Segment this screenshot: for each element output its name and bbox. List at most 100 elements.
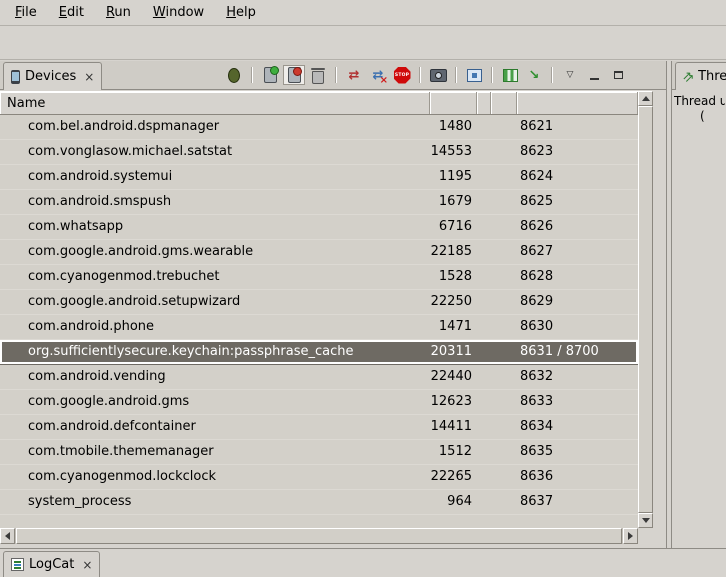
method-profiling-icon[interactable]	[367, 65, 389, 85]
scroll-right-icon[interactable]	[623, 528, 638, 544]
thread-indicator-cell	[491, 390, 517, 414]
heap-indicator-cell	[477, 190, 491, 214]
process-pid: 1679	[430, 190, 477, 214]
table-row[interactable]: org.sufficientlysecure.keychain:passphra…	[0, 340, 638, 365]
column-header-name[interactable]: Name	[0, 92, 430, 114]
menu-item-window[interactable]: Window	[142, 3, 215, 22]
maximize-icon[interactable]	[607, 65, 629, 85]
process-port: 8633	[517, 390, 638, 414]
process-name: com.cyanogenmod.trebuchet	[0, 265, 430, 289]
thread-indicator-cell	[491, 365, 517, 389]
process-name: com.whatsapp	[0, 215, 430, 239]
ddms-window: FileEditRunWindowHelp Devices × Name com…	[0, 0, 726, 577]
process-port: 8636	[517, 465, 638, 489]
thread-indicator-cell	[491, 240, 517, 264]
scroll-left-icon[interactable]	[0, 528, 15, 544]
update-threads-icon[interactable]	[343, 65, 365, 85]
thread-indicator-cell	[491, 215, 517, 239]
process-name: com.vonglasow.michael.satstat	[0, 140, 430, 164]
tab-threads-label: Threads	[698, 69, 726, 84]
devices-toolbar	[222, 61, 666, 89]
process-port: 8632	[517, 365, 638, 389]
thread-indicator-cell	[491, 290, 517, 314]
debug-process-icon[interactable]	[223, 65, 245, 85]
heap-indicator-cell	[477, 390, 491, 414]
scroll-up-icon[interactable]	[638, 91, 653, 106]
table-row[interactable]: com.android.smspush1679 8625	[0, 190, 638, 215]
table-row[interactable]: com.google.android.setupwizard222508629	[0, 290, 638, 315]
dump-hprof-icon[interactable]	[283, 65, 305, 85]
close-icon[interactable]: ×	[84, 70, 94, 84]
vertical-scrollbar[interactable]	[638, 91, 653, 528]
process-port: 8625	[517, 190, 638, 214]
tab-threads[interactable]: Threads	[675, 62, 726, 90]
heap-indicator-cell	[477, 415, 491, 439]
thread-indicator-cell	[491, 440, 517, 464]
table-header: Name	[0, 91, 638, 115]
vertical-scrollbar-thumb[interactable]	[638, 106, 653, 513]
column-header-port[interactable]	[517, 92, 638, 114]
table-row[interactable]: com.cyanogenmod.lockclock222658636	[0, 465, 638, 490]
profiling-arrow-icon[interactable]	[523, 65, 545, 85]
menu-item-edit[interactable]: Edit	[48, 3, 95, 22]
table-row[interactable]: com.vonglasow.michael.satstat14553 8623	[0, 140, 638, 165]
process-name: com.bel.android.dspmanager	[0, 115, 430, 139]
cause-gc-icon[interactable]	[307, 65, 329, 85]
table-row[interactable]: com.google.android.gms126238633	[0, 390, 638, 415]
process-port: 8628	[517, 265, 638, 289]
heap-indicator-cell	[477, 265, 491, 289]
process-pid: 14553	[430, 140, 477, 164]
thread-indicator-cell	[491, 165, 517, 189]
column-header-threads[interactable]	[491, 92, 517, 114]
menu-item-file[interactable]: File	[4, 3, 48, 22]
table-row[interactable]: com.cyanogenmod.trebuchet15288628	[0, 265, 638, 290]
device-icon	[11, 70, 20, 84]
process-pid: 22440	[430, 365, 477, 389]
process-name: com.android.systemui	[0, 165, 430, 189]
thread-indicator-cell	[491, 140, 517, 164]
process-name: system_process	[0, 490, 430, 514]
process-pid: 14411	[430, 415, 477, 439]
table-row[interactable]: com.bel.android.dspmanager14808621	[0, 115, 638, 140]
table-row[interactable]: com.android.phone14718630	[0, 315, 638, 340]
table-row[interactable]: com.tmobile.thememanager15128635	[0, 440, 638, 465]
tab-logcat[interactable]: LogCat ×	[3, 551, 100, 577]
process-name: com.android.smspush	[0, 190, 430, 214]
thread-indicator-cell	[491, 340, 517, 364]
update-heap-icon[interactable]	[259, 65, 281, 85]
process-port: 8630	[517, 315, 638, 339]
view-menu-icon[interactable]	[559, 65, 581, 85]
menu-item-help[interactable]: Help	[215, 3, 267, 22]
table-row[interactable]: com.android.defcontainer144118634	[0, 415, 638, 440]
process-table-body: com.bel.android.dspmanager14808621com.vo…	[0, 115, 638, 528]
table-row[interactable]: com.whatsapp67168626	[0, 215, 638, 240]
process-port: 8623	[517, 140, 638, 164]
system-info-icon[interactable]	[499, 65, 521, 85]
process-port: 8624	[517, 165, 638, 189]
screen-capture-icon[interactable]	[427, 65, 449, 85]
process-port: 8637	[517, 490, 638, 514]
column-header-pid[interactable]	[430, 92, 477, 114]
column-header-heap[interactable]	[477, 92, 491, 114]
heap-indicator-cell	[477, 140, 491, 164]
heap-indicator-cell	[477, 365, 491, 389]
thread-indicator-cell	[491, 115, 517, 139]
minimize-icon[interactable]	[583, 65, 605, 85]
horizontal-scrollbar-thumb[interactable]	[16, 528, 622, 544]
scroll-down-icon[interactable]	[638, 513, 653, 528]
table-row[interactable]: com.google.android.gms.wearable221858627	[0, 240, 638, 265]
process-pid: 22265	[430, 465, 477, 489]
heap-indicator-cell	[477, 165, 491, 189]
table-row[interactable]: system_process9648637	[0, 490, 638, 515]
close-icon[interactable]: ×	[82, 558, 92, 572]
table-row[interactable]: com.android.vending224408632	[0, 365, 638, 390]
menu-item-run[interactable]: Run	[95, 3, 142, 22]
tab-devices[interactable]: Devices ×	[3, 62, 102, 90]
process-pid: 1471	[430, 315, 477, 339]
process-port: 8631 / 8700	[517, 340, 638, 364]
view-hierarchy-icon[interactable]	[463, 65, 485, 85]
stop-process-icon[interactable]	[391, 65, 413, 85]
table-row[interactable]: com.android.systemui1195 8624	[0, 165, 638, 190]
process-pid: 1195	[430, 165, 477, 189]
horizontal-scrollbar[interactable]	[0, 528, 638, 544]
